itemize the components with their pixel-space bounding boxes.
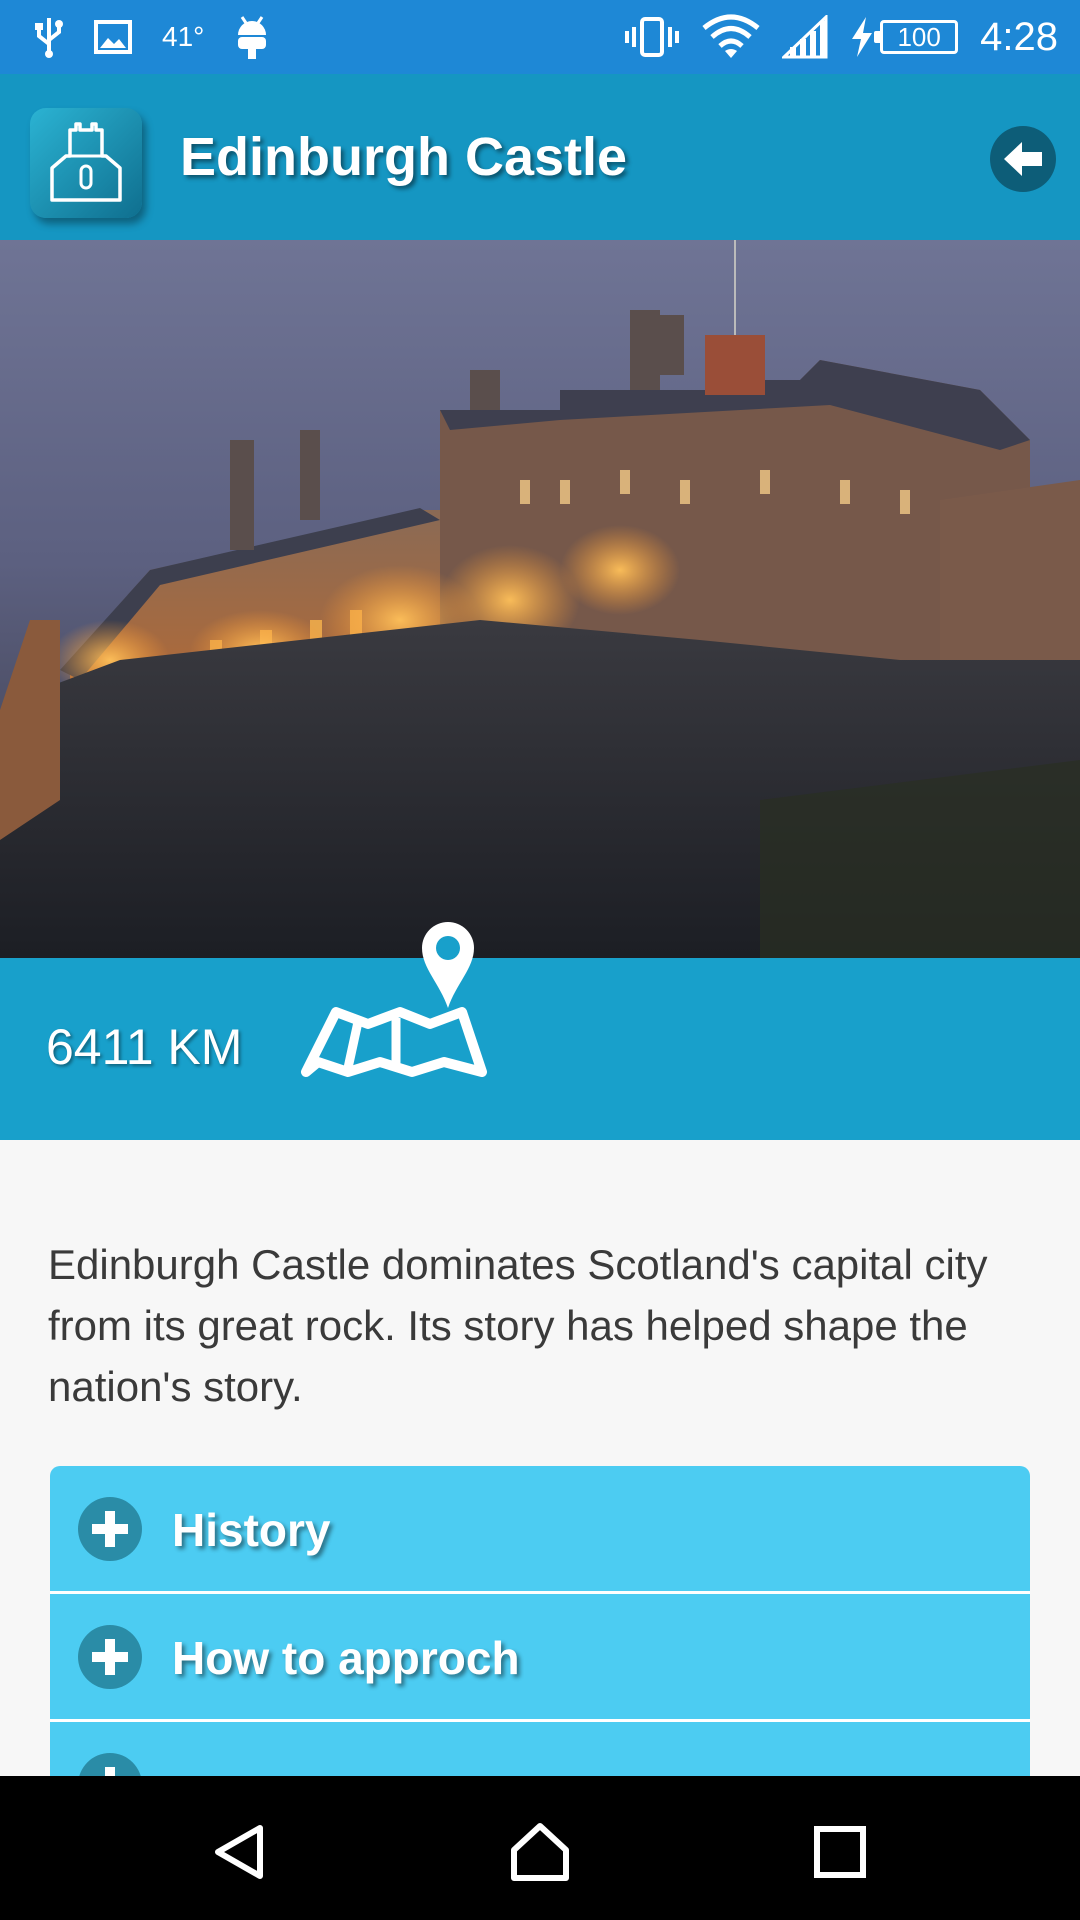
- status-bar: 41° 100 4:28: [0, 0, 1080, 74]
- vibrate-icon: [625, 17, 680, 57]
- page-title: Edinburgh Castle: [180, 127, 628, 187]
- accordion-item-label: How to approch: [172, 1632, 520, 1684]
- nav-home-button[interactable]: [500, 1812, 580, 1892]
- back-button[interactable]: [990, 126, 1056, 192]
- expand-plus-icon: [78, 1497, 142, 1561]
- app-bar: Edinburgh Castle: [0, 74, 1080, 240]
- nav-back-button[interactable]: [200, 1812, 280, 1892]
- home-nav-icon: [511, 1823, 569, 1881]
- system-nav-bar: [0, 1776, 1080, 1920]
- description-text: Edinburgh Castle dominates Scotland's ca…: [48, 1241, 988, 1410]
- clock-text: 4:28: [980, 14, 1058, 59]
- usb-icon: [35, 18, 63, 58]
- expand-plus-icon: [78, 1753, 142, 1776]
- battery-indicator: 100: [874, 20, 959, 54]
- info-accordion: History How to approch: [50, 1466, 1030, 1776]
- signal-icon: [782, 15, 828, 59]
- distance-value: 6411 KM: [46, 1019, 243, 1075]
- accordion-item-label: History: [172, 1504, 331, 1556]
- accordion-item-history[interactable]: History: [50, 1466, 1030, 1594]
- map-pin-icon[interactable]: [296, 922, 496, 1092]
- android-icon: [238, 16, 267, 59]
- back-nav-icon: [215, 1825, 263, 1879]
- temperature-text: 41°: [162, 21, 205, 52]
- battery-level-text: 100: [897, 21, 941, 52]
- distance-bar: 6411 KM: [0, 922, 1080, 1140]
- accordion-item-how-to-approach[interactable]: How to approch: [50, 1594, 1030, 1722]
- nav-recents-button[interactable]: [800, 1812, 880, 1892]
- back-arrow-icon: [1004, 142, 1042, 176]
- recents-nav-icon: [814, 1826, 866, 1878]
- expand-plus-icon: [78, 1625, 142, 1689]
- app-logo: [30, 108, 142, 218]
- charging-icon: [852, 17, 873, 57]
- castle-icon: [50, 122, 122, 202]
- accordion-item-partial[interactable]: [50, 1722, 1030, 1776]
- castle-photo-gallery[interactable]: [0, 240, 1080, 958]
- image-icon: [94, 20, 132, 54]
- castle-photo: [0, 240, 1080, 958]
- wifi-icon: [702, 14, 760, 58]
